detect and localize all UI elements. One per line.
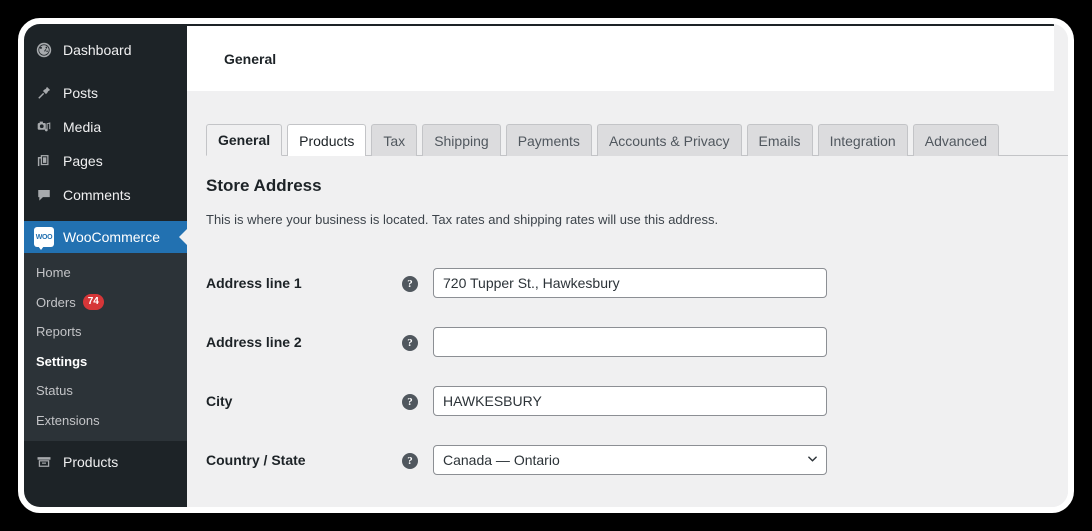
sidebar-item-label: Posts (63, 85, 99, 101)
tab-label: Tax (383, 132, 406, 149)
field-label-address-line-2: Address line 2 (206, 333, 302, 350)
sidebar-subitem-home[interactable]: Home (24, 258, 187, 288)
woocommerce-submenu: Home Orders 74 Reports Settings Status E… (24, 253, 187, 442)
sidebar-subitem-label: Home (36, 265, 71, 280)
pin-icon (34, 83, 54, 103)
wp-admin-screen: Dashboard Posts Media Pages Comments WOO… (24, 24, 1068, 507)
tab-shipping[interactable]: Shipping (422, 124, 501, 156)
sidebar-subitem-status[interactable]: Status (24, 376, 187, 406)
form-row-address-line-1: Address line 1 ? (187, 253, 827, 312)
help-icon[interactable]: ? (402, 452, 418, 469)
sidebar-subitem-reports[interactable]: Reports (24, 317, 187, 347)
section-heading: Store Address (206, 176, 322, 195)
sidebar-subitem-orders[interactable]: Orders 74 (24, 288, 187, 318)
sidebar-subitem-extensions[interactable]: Extensions (24, 406, 187, 436)
tab-products[interactable]: Products (287, 124, 367, 156)
sidebar-subitem-settings[interactable]: Settings (24, 347, 187, 377)
address-line-2-input[interactable] (433, 326, 827, 357)
tab-label: Accounts & Privacy (608, 132, 730, 149)
sidebar-subitem-label: Settings (36, 353, 88, 369)
tab-label: General (218, 132, 271, 148)
products-box-icon (34, 452, 54, 472)
sidebar-top-spacer (24, 24, 187, 33)
tab-tax[interactable]: Tax (371, 124, 418, 156)
dashboard-gauge-icon (34, 40, 54, 60)
sidebar-item-label: Media (63, 119, 102, 135)
tab-label: Products (299, 132, 355, 149)
sidebar-item-label: Products (63, 454, 119, 471)
sidebar-item-woocommerce[interactable]: WOO WooCommerce (24, 221, 187, 253)
tab-accounts-privacy[interactable]: Accounts & Privacy (596, 124, 742, 156)
sidebar-item-comments[interactable]: Comments (24, 178, 187, 212)
sidebar-subitem-label: Orders (36, 294, 76, 310)
page-title: General (224, 50, 277, 67)
woocommerce-page-header: General (187, 24, 1054, 91)
tab-payments[interactable]: Payments (505, 124, 592, 156)
sidebar-item-label: WooCommerce (63, 229, 160, 245)
tab-emails[interactable]: Emails (746, 124, 813, 156)
woo-badge-text: WOO (35, 233, 53, 241)
settings-tab-strip: General Products Tax Shipping Payments A… (206, 122, 1068, 156)
section-description: This is where your business is located. … (206, 212, 719, 227)
sidebar-item-label: Pages (63, 153, 103, 169)
tab-integration[interactable]: Integration (817, 124, 908, 156)
field-label-country-state: Country / State (206, 451, 306, 468)
tab-label: Advanced (924, 132, 988, 149)
store-address-form: Address line 1 ? Address line 2 ? (187, 253, 827, 489)
tab-general[interactable]: General (206, 124, 283, 156)
sidebar-item-posts[interactable]: Posts (24, 76, 187, 110)
sidebar-subitem-label: Status (36, 383, 73, 399)
tab-advanced[interactable]: Advanced (912, 124, 1000, 156)
sidebar-subitem-label: Reports (36, 324, 82, 340)
city-input[interactable] (433, 385, 827, 416)
sidebar-item-pages[interactable]: Pages (24, 144, 187, 178)
address-line-1-input[interactable] (433, 267, 827, 298)
screen-bezel: Dashboard Posts Media Pages Comments WOO… (18, 18, 1074, 513)
comment-bubble-icon (34, 185, 54, 205)
help-icon[interactable]: ? (402, 393, 418, 410)
current-menu-arrow-icon (179, 229, 187, 245)
tab-label: Payments (517, 132, 580, 149)
form-row-city: City ? (187, 371, 827, 430)
form-row-country-state: Country / State ? Canada — Ontario (187, 430, 827, 489)
country-state-select-wrapper: Canada — Ontario (433, 444, 827, 475)
field-label-city: City (206, 392, 233, 409)
woo-badge-icon: WOO (34, 227, 54, 250)
sidebar-item-products[interactable]: Products (24, 445, 187, 480)
media-icon (34, 117, 54, 137)
device-frame: Dashboard Posts Media Pages Comments WOO… (0, 0, 1092, 531)
country-state-select[interactable]: Canada — Ontario (433, 444, 827, 475)
admin-sidebar: Dashboard Posts Media Pages Comments WOO… (24, 24, 187, 507)
help-icon[interactable]: ? (402, 275, 418, 292)
sidebar-item-media[interactable]: Media (24, 110, 187, 144)
tab-label: Emails (758, 132, 801, 149)
help-icon[interactable]: ? (402, 334, 418, 351)
sidebar-subitem-label: Extensions (36, 412, 100, 428)
sidebar-item-label: Dashboard (63, 42, 132, 58)
tab-label: Integration (829, 132, 896, 149)
main-content: General General Products Tax Shipping Pa… (187, 24, 1068, 507)
pages-icon (34, 151, 54, 171)
sidebar-item-dashboard[interactable]: Dashboard (24, 33, 187, 67)
field-label-address-line-1: Address line 1 (206, 274, 302, 291)
form-row-address-line-2: Address line 2 ? (187, 312, 827, 371)
sidebar-item-label: Comments (63, 187, 131, 203)
tab-label: Shipping (434, 132, 489, 149)
orders-count-badge: 74 (82, 294, 104, 311)
